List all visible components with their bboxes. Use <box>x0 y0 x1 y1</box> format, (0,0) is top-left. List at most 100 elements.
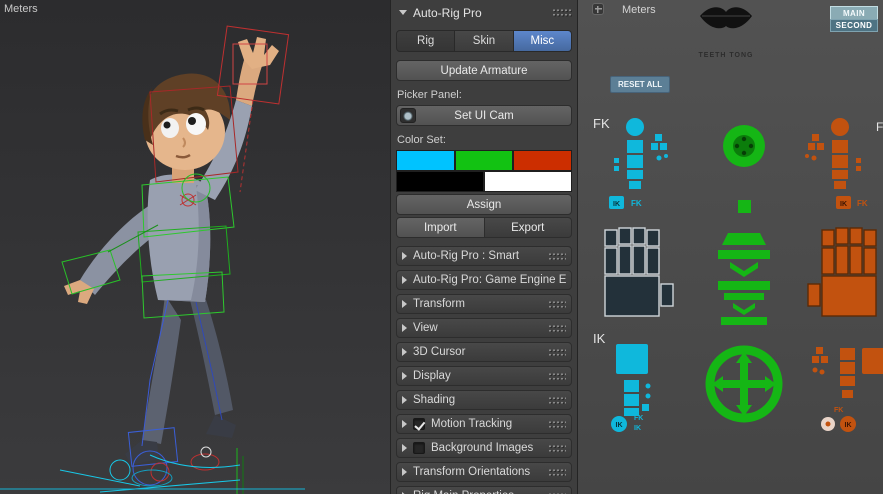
tab-misc[interactable]: Misc <box>513 30 572 52</box>
section-transform-orientations[interactable]: Transform Orientations <box>396 462 572 482</box>
grip-icon[interactable] <box>548 252 566 260</box>
section-label: Motion Tracking <box>431 418 513 430</box>
main-layer-button[interactable]: MAIN <box>830 6 878 19</box>
update-armature-button[interactable]: Update Armature <box>396 60 572 81</box>
section-transform[interactable]: Transform <box>396 294 572 314</box>
picker-panel-label: Picker Panel: <box>397 89 462 101</box>
assign-button[interactable]: Assign <box>396 194 572 215</box>
chevron-down-icon <box>399 10 407 15</box>
grip-icon[interactable] <box>548 396 566 404</box>
3d-scene <box>0 25 305 494</box>
export-button[interactable]: Export <box>484 217 572 238</box>
chevron-right-icon <box>402 396 407 404</box>
section-label: Transform <box>413 298 465 310</box>
blender-window: Meters Auto-Rig Pro Rig Skin Misc Update… <box>0 0 883 494</box>
ik-label: IK <box>593 331 606 346</box>
fk-edge-label: F <box>876 120 883 134</box>
right-hand-picker[interactable] <box>807 227 877 317</box>
teeth-tongue-label[interactable]: TEETH TONG <box>699 52 754 59</box>
layer-button-stack: MAIN SECOND <box>830 6 878 32</box>
grip-icon[interactable] <box>548 324 566 332</box>
chevron-right-icon <box>402 372 407 380</box>
section-label: Transform Orientations <box>413 466 531 478</box>
properties-panel: Auto-Rig Pro Rig Skin Misc Update Armatu… <box>390 0 578 494</box>
section-view[interactable]: View <box>396 318 572 338</box>
section-label: 3D Cursor <box>413 346 466 358</box>
picker-shapes: TEETH TONG IK FK IK FK IK IK FK F IK FK <box>604 7 883 432</box>
color-swatch-white[interactable] <box>484 171 572 192</box>
chevron-right-icon <box>402 468 407 476</box>
grip-icon[interactable] <box>548 444 566 452</box>
section-label: Shading <box>413 394 456 406</box>
section-display[interactable]: Display <box>396 366 572 386</box>
color-swatch-row-2 <box>396 171 572 192</box>
section-background-images[interactable]: Background Images <box>396 438 572 458</box>
ik-right-leg-picker[interactable] <box>812 347 883 432</box>
section-label: Auto-Rig Pro: Game Engine E <box>413 274 567 286</box>
character-mesh <box>64 37 279 465</box>
color-swatch-row-1 <box>396 150 573 171</box>
checkbox-checked-icon[interactable] <box>413 418 425 430</box>
import-export-row: Import Export <box>396 217 572 238</box>
grip-icon[interactable] <box>548 300 566 308</box>
chevron-right-icon <box>402 276 407 284</box>
ik-badge-label[interactable]: IK <box>616 422 623 429</box>
section-auto-rig-pro-game-engine[interactable]: Auto-Rig Pro: Game Engine E <box>396 270 572 290</box>
fk-badge-label[interactable]: FK <box>857 199 868 208</box>
fk-left-arm-picker[interactable] <box>609 118 668 209</box>
tab-skin[interactable]: Skin <box>455 30 514 52</box>
chevron-right-icon <box>402 444 407 452</box>
chevron-right-icon <box>402 420 407 428</box>
fk-badge-label[interactable]: FK <box>634 415 643 422</box>
chevron-right-icon <box>402 252 407 260</box>
color-swatch-black[interactable] <box>396 171 484 192</box>
second-layer-button[interactable]: SECOND <box>830 19 878 32</box>
section-label: View <box>413 322 438 334</box>
panel-title: Auto-Rig Pro <box>413 5 482 20</box>
chevron-right-icon <box>402 324 407 332</box>
lips-picker[interactable] <box>700 7 752 29</box>
reset-all-button[interactable]: RESET ALL <box>610 76 671 93</box>
section-3d-cursor[interactable]: 3D Cursor <box>396 342 572 362</box>
section-rig-main-properties[interactable]: Rig Main Properties <box>396 486 572 494</box>
color-swatch-red[interactable] <box>513 150 573 171</box>
section-auto-rig-pro-smart[interactable]: Auto-Rig Pro : Smart <box>396 246 572 266</box>
grip-icon[interactable] <box>552 8 572 17</box>
ik-badge-label[interactable]: IK <box>845 422 852 429</box>
root-control-picker[interactable] <box>705 345 783 423</box>
color-swatch-green[interactable] <box>454 150 514 171</box>
grip-icon[interactable] <box>548 468 566 476</box>
section-motion-tracking[interactable]: Motion Tracking <box>396 414 572 434</box>
grip-icon[interactable] <box>548 372 566 380</box>
ik-badge-label[interactable]: IK <box>634 425 641 432</box>
ik-badge-label[interactable]: IK <box>840 201 847 208</box>
fk-right-arm-picker[interactable] <box>805 118 861 209</box>
chevron-right-icon <box>402 300 407 308</box>
camera-icon <box>400 108 416 123</box>
set-ui-cam-label: Set UI Cam <box>454 109 514 122</box>
3d-viewport[interactable]: Meters <box>0 0 390 494</box>
panel-header-auto-rig-pro[interactable]: Auto-Rig Pro <box>396 3 572 22</box>
checkbox-unchecked-icon[interactable] <box>413 442 425 454</box>
section-label: Display <box>413 370 451 382</box>
tab-row: Rig Skin Misc <box>396 30 572 52</box>
section-label: Background Images <box>431 442 534 454</box>
color-swatch-cyan[interactable] <box>396 150 455 171</box>
section-label: Auto-Rig Pro : Smart <box>413 250 520 262</box>
tab-rig[interactable]: Rig <box>396 30 456 52</box>
set-ui-cam-button[interactable]: Set UI Cam <box>396 105 572 126</box>
grip-icon[interactable] <box>548 348 566 356</box>
color-set-label: Color Set: <box>397 134 446 146</box>
chevron-right-icon <box>402 348 407 356</box>
ik-left-leg-picker[interactable] <box>611 344 651 432</box>
grip-icon[interactable] <box>548 420 566 428</box>
picker-viewport[interactable]: Meters MAIN SECOND RESET ALL FK IK TEETH… <box>578 0 883 494</box>
ik-badge-label[interactable]: IK <box>613 201 620 208</box>
section-shading[interactable]: Shading <box>396 390 572 410</box>
left-hand-picker[interactable] <box>604 227 674 317</box>
import-button[interactable]: Import <box>396 217 485 238</box>
head-spine-picker[interactable] <box>718 125 770 325</box>
section-label: Rig Main Properties <box>413 490 514 494</box>
fk-badge-label[interactable]: FK <box>834 407 843 414</box>
fk-badge-label[interactable]: FK <box>631 199 642 208</box>
